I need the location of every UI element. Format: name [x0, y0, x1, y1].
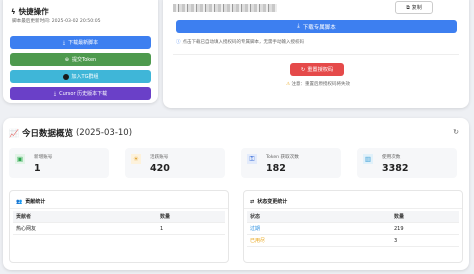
- reset-license-label: 重置授权码: [307, 67, 334, 73]
- download-exclusive-script-label: 下载专属脚本: [302, 24, 336, 31]
- status-changes-table: 状态 数量 过期 219 已用尽 3: [247, 211, 459, 247]
- key-icon: ⚿: [247, 154, 257, 164]
- warning-icon: ⚠: [286, 82, 291, 87]
- status-name: 过期: [250, 226, 261, 232]
- status-changes-title: ⇄ 状态变更统计: [250, 198, 288, 206]
- table-header-row: 状态 数量: [247, 211, 459, 223]
- lightning-icon: ϟ: [11, 7, 16, 16]
- table-row: 热心网友 1: [13, 223, 225, 235]
- copy-label: 复制: [411, 5, 422, 11]
- swap-icon: ⇄: [250, 198, 255, 205]
- masked-license-code: [173, 4, 277, 12]
- download-latest-script-label: 下载最新脚本: [68, 40, 99, 46]
- join-tg-group-label: 加入TG群组: [71, 74, 99, 80]
- stat-token-fetches: ⚿ Token 获取次数 182: [241, 148, 341, 178]
- contributions-title: 👥 贡献统计: [16, 198, 46, 206]
- download-icon: ⤓: [297, 23, 300, 29]
- sun-icon: ☀: [131, 154, 141, 164]
- column-header: 状态: [250, 214, 261, 220]
- table-row: 已用尽 3: [247, 235, 459, 247]
- cursor-history-download-label: Cursor 历史版本下载: [59, 91, 108, 97]
- column-header: 贡献者: [16, 214, 32, 220]
- download-hint: ⓘ 点击下载已自动填入授权码的专属脚本，无需手动输入授权码: [176, 39, 304, 45]
- download-icon: ⤓: [62, 39, 66, 46]
- status-count: 3: [394, 237, 398, 244]
- script-last-updated: 脚本最后更新时间: 2025-03-02 20:50:05: [12, 19, 101, 24]
- download-exclusive-script-button[interactable]: ⤓ 下载专属脚本: [176, 20, 457, 33]
- cursor-history-download-button[interactable]: ⤓ Cursor 历史版本下载: [10, 87, 151, 100]
- users-icon: 👥: [16, 198, 23, 205]
- reset-license-button[interactable]: ↻ 重置授权码: [290, 63, 344, 76]
- status-count: 219: [394, 225, 404, 232]
- quick-actions-card: ϟ 快捷操作 脚本最后更新时间: 2025-03-02 20:50:05 ⤓ 下…: [3, 0, 158, 103]
- stat-value: 420: [150, 163, 170, 174]
- stat-usage-count: ▥ 使用次数 3382: [357, 148, 457, 178]
- download-hint-text: 点击下载已自动填入授权码的专属脚本，无需手动输入授权码: [182, 40, 305, 45]
- download-latest-script-button[interactable]: ⤓ 下载最新脚本: [10, 36, 151, 49]
- column-header: 数量: [394, 214, 405, 220]
- copy-icon: ⧉: [406, 4, 410, 11]
- stat-label: Token 获取次数: [266, 155, 299, 160]
- stat-label: 使用次数: [382, 155, 401, 160]
- user-plus-icon: ▣: [15, 154, 25, 164]
- quick-actions-title-text: 快捷操作: [18, 7, 49, 16]
- stat-active-accounts: ☀ 活跃账号 420: [125, 148, 225, 178]
- divider: [10, 208, 228, 209]
- join-tg-group-button[interactable]: 加入TG群组: [10, 70, 151, 83]
- download-icon: ⤓: [53, 90, 57, 97]
- contribution-count: 1: [160, 225, 164, 232]
- telegram-icon: [62, 73, 69, 80]
- divider: [173, 54, 459, 55]
- stat-label: 活跃账号: [150, 155, 169, 160]
- contributions-table: 贡献者 数量 热心网友 1: [13, 211, 225, 235]
- column-header: 数量: [160, 214, 171, 220]
- chart-icon: ▥: [363, 154, 373, 164]
- status-changes-card: ⇄ 状态变更统计 状态 数量 过期 219 已用尽 3: [243, 190, 463, 263]
- info-icon: ⓘ: [176, 40, 181, 45]
- plus-icon: ⊕: [64, 56, 69, 63]
- refresh-icon[interactable]: ↻: [453, 128, 459, 136]
- table-header-row: 贡献者 数量: [13, 211, 225, 223]
- today-overview-title: 📈 今日数据概览 (2025-03-10): [9, 127, 132, 139]
- stat-value: 3382: [382, 163, 409, 174]
- refresh-icon: ↻: [300, 66, 306, 73]
- submit-token-label: 提交Token: [71, 57, 97, 63]
- today-overview-title-text: 今日数据概览: [21, 129, 73, 139]
- chart-line-icon: 📈: [9, 128, 19, 138]
- reset-warning-text: 注意：重置后原授权码将失效: [291, 82, 350, 87]
- stat-label: 新增账号: [34, 155, 53, 160]
- reset-warning: ⚠ 注意：重置后原授权码将失效: [286, 81, 350, 87]
- contributor-name: 热心网友: [16, 226, 37, 232]
- contributions-title-text: 贡献统计: [25, 199, 46, 205]
- stat-value: 182: [266, 163, 286, 174]
- stat-value: 1: [34, 163, 41, 174]
- divider: [244, 208, 462, 209]
- status-changes-title-text: 状态变更统计: [257, 199, 288, 205]
- stat-new-accounts: ▣ 新增账号 1: [9, 148, 109, 178]
- copy-button[interactable]: ⧉ 复制: [395, 1, 433, 14]
- submit-token-button[interactable]: ⊕ 提交Token: [10, 53, 151, 66]
- exclusive-script-card: ⧉ 复制 ⤓ 下载专属脚本 ⓘ 点击下载已自动填入授权码的专属脚本，无需手动输入…: [163, 0, 469, 108]
- status-name: 已用尽: [250, 238, 266, 244]
- today-overview-card: 📈 今日数据概览 (2025-03-10) ↻ ▣ 新增账号 1 ☀ 活跃账号 …: [3, 118, 469, 270]
- contributions-card: 👥 贡献统计 贡献者 数量 热心网友 1: [9, 190, 229, 263]
- today-date: (2025-03-10): [75, 128, 133, 138]
- quick-actions-title: ϟ 快捷操作: [11, 6, 49, 17]
- table-row: 过期 219: [247, 223, 459, 235]
